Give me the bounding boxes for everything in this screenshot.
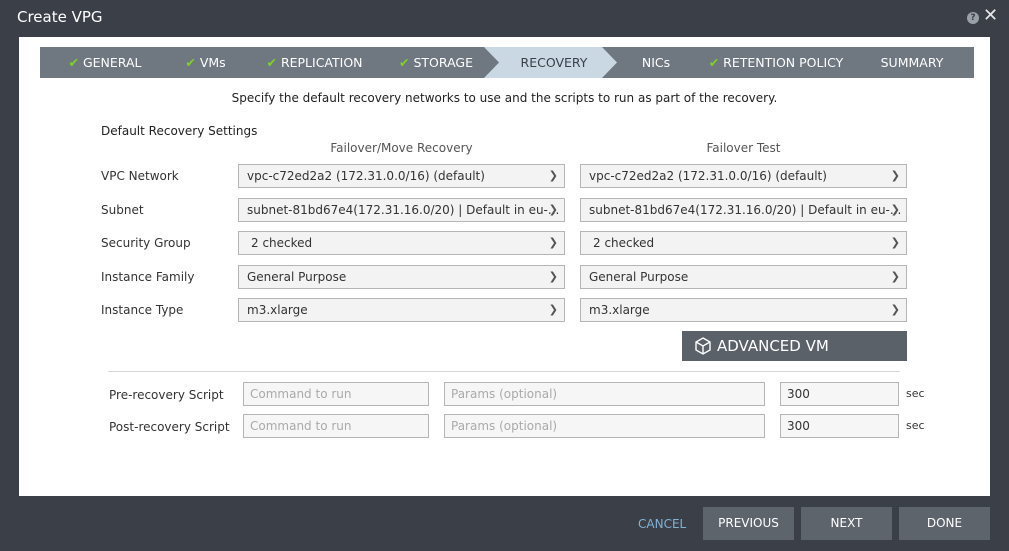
chevron-down-icon: ❯: [890, 303, 900, 316]
select-value: vpc-c72ed2a2 (172.31.0.0/16) (default): [589, 169, 827, 183]
instance-family-failover-select[interactable]: General Purpose ❯: [238, 265, 565, 289]
select-value: 2 checked: [593, 236, 655, 250]
title-bar: Create VPG ? ✕: [0, 0, 1009, 36]
instance-type-test-select[interactable]: m3.xlarge ❯: [580, 298, 907, 322]
instance-type-failover-select[interactable]: m3.xlarge ❯: [238, 298, 565, 322]
done-button[interactable]: DONE: [899, 507, 990, 540]
select-value: 2 checked: [251, 236, 313, 250]
label-subnet: Subnet: [101, 203, 144, 217]
select-value: vpc-c72ed2a2 (172.31.0.0/16) (default): [247, 169, 485, 183]
step-label: NICs: [641, 55, 671, 70]
select-value: General Purpose: [589, 270, 689, 284]
check-icon: ✔: [185, 55, 196, 70]
create-vpg-dialog: Create VPG ? ✕ ✔ GENERAL ✔ VMs ✔ REPLICATIO…: [0, 0, 1009, 551]
subnet-test-select[interactable]: subnet-81bd67e4(172.31.16.0/20) | Defaul…: [580, 198, 907, 222]
pre-recovery-timeout-input[interactable]: [780, 382, 899, 406]
check-icon: ✔: [68, 55, 79, 70]
close-icon[interactable]: ✕: [983, 7, 998, 25]
label-pre-recovery-script: Pre-recovery Script: [109, 388, 224, 402]
label-security-group: Security Group: [101, 236, 191, 250]
step-retention-policy[interactable]: ✔ RETENTION POLICY: [688, 47, 864, 78]
column-header-test: Failover Test: [706, 141, 781, 155]
chevron-down-icon: ❯: [890, 203, 900, 216]
vpc-network-failover-select[interactable]: vpc-c72ed2a2 (172.31.0.0/16) (default) ❯: [238, 164, 565, 188]
chevron-down-icon: ❯: [890, 169, 900, 182]
column-header-failover: Failover/Move Recovery: [330, 141, 473, 155]
check-icon: ✔: [399, 55, 410, 70]
step-replication[interactable]: ✔ REPLICATION: [241, 47, 388, 78]
step-label: VMs: [199, 55, 226, 70]
post-timeout-unit: sec: [906, 419, 925, 432]
label-instance-family: Instance Family: [101, 270, 195, 284]
post-recovery-timeout-input[interactable]: [780, 414, 899, 438]
step-general[interactable]: ✔ GENERAL: [40, 47, 170, 78]
chevron-down-icon: ❯: [548, 169, 558, 182]
dialog-title: Create VPG: [17, 8, 103, 26]
select-value: subnet-81bd67e4(172.31.16.0/20) | Defaul…: [589, 203, 902, 217]
step-storage[interactable]: ✔ STORAGE: [370, 47, 502, 78]
select-value: m3.xlarge: [247, 303, 308, 317]
select-value: m3.xlarge: [589, 303, 650, 317]
pre-recovery-params-input[interactable]: [444, 382, 765, 406]
chevron-down-icon: ❯: [890, 270, 900, 283]
chevron-down-icon: ❯: [548, 303, 558, 316]
label-instance-type: Instance Type: [101, 303, 184, 317]
step-nics[interactable]: NICs: [602, 47, 706, 78]
pre-recovery-command-input[interactable]: [243, 382, 429, 406]
select-value: subnet-81bd67e4(172.31.16.0/20) | Defaul…: [247, 203, 560, 217]
previous-button[interactable]: PREVIOUS: [703, 507, 794, 540]
vpc-network-test-select[interactable]: vpc-c72ed2a2 (172.31.0.0/16) (default) ❯: [580, 164, 907, 188]
chevron-down-icon: ❯: [548, 236, 558, 249]
check-icon: ✔: [266, 55, 277, 70]
security-group-test-select[interactable]: 2 checked ❯: [580, 231, 907, 255]
step-label: SUMMARY: [880, 55, 944, 70]
help-icon[interactable]: ?: [967, 12, 979, 24]
intro-text: Specify the default recovery networks to…: [231, 91, 778, 105]
cube-icon: [695, 337, 711, 355]
cancel-button[interactable]: CANCEL: [638, 517, 686, 531]
label-vpc-network: VPC Network: [101, 169, 179, 183]
chevron-down-icon: ❯: [890, 236, 900, 249]
divider: [108, 371, 900, 372]
pre-timeout-unit: sec: [906, 387, 925, 400]
step-label: REPLICATION: [280, 55, 363, 70]
step-label: GENERAL: [82, 55, 142, 70]
step-vms[interactable]: ✔ VMs: [152, 47, 259, 78]
wizard-steps: ✔ GENERAL ✔ VMs ✔ REPLICATION ✔ STORAGE RECO…: [40, 47, 974, 78]
step-label: RECOVERY: [520, 55, 588, 70]
subnet-failover-select[interactable]: subnet-81bd67e4(172.31.16.0/20) | Defaul…: [238, 198, 565, 222]
step-recovery[interactable]: RECOVERY: [484, 47, 620, 78]
chevron-down-icon: ❯: [548, 203, 558, 216]
post-recovery-params-input[interactable]: [444, 414, 765, 438]
next-button[interactable]: NEXT: [801, 507, 892, 540]
advanced-vm-settings-button[interactable]: ADVANCED VM SETTINGS: [682, 331, 907, 385]
section-title: Default Recovery Settings: [101, 124, 258, 138]
step-label: RETENTION POLICY: [723, 55, 844, 70]
step-summary[interactable]: SUMMARY: [846, 47, 974, 78]
security-group-failover-select[interactable]: 2 checked ❯: [238, 231, 565, 255]
instance-family-test-select[interactable]: General Purpose ❯: [580, 265, 907, 289]
step-label: STORAGE: [413, 55, 473, 70]
label-post-recovery-script: Post-recovery Script: [109, 420, 230, 434]
select-value: General Purpose: [247, 270, 347, 284]
post-recovery-command-input[interactable]: [243, 414, 429, 438]
chevron-down-icon: ❯: [548, 270, 558, 283]
check-icon: ✔: [708, 55, 720, 70]
